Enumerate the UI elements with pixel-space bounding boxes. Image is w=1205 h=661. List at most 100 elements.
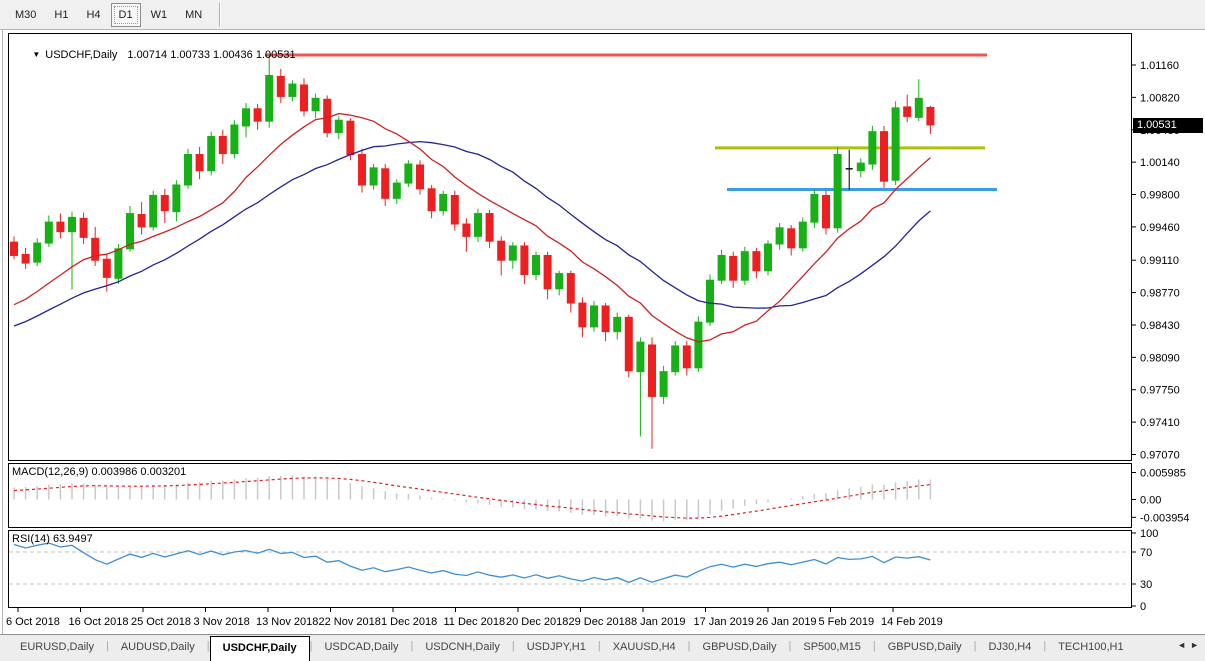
tab-tech100-h1[interactable]: TECH100,H1 — [1046, 635, 1135, 661]
rsi-indicator-label: RSI(14) 63.9497 — [12, 533, 93, 545]
candle-body — [544, 255, 551, 288]
tab-usdcad-daily[interactable]: USDCAD,Daily — [312, 635, 410, 661]
toolbar-separator — [219, 3, 220, 27]
candle-body — [115, 249, 122, 279]
timeframe-button-h1[interactable]: H1 — [46, 3, 76, 27]
candle-body — [196, 155, 203, 171]
tab-audusd-daily[interactable]: AUDUSD,Daily — [109, 635, 207, 661]
timeframe-button-mn[interactable]: MN — [177, 3, 210, 27]
chart-window: 1.011601.008201.004801.001400.998000.994… — [0, 30, 1205, 634]
candle-body — [80, 218, 87, 237]
candle-body — [823, 195, 830, 227]
candle-body — [254, 109, 261, 121]
candle-body — [69, 217, 76, 231]
candle-body — [741, 252, 748, 281]
macd-indicator-label: MACD(12,26,9) 0.003986 0.003201 — [12, 466, 186, 478]
price-axis-label: 0.97070 — [1140, 449, 1180, 461]
candle-body — [103, 259, 110, 277]
date-axis-label: 20 Dec 2018 — [506, 616, 568, 628]
tab-scroll-right-icon[interactable]: ► — [1190, 640, 1203, 650]
tab-dj30-h4[interactable]: DJ30,H4 — [977, 635, 1044, 661]
candle-body — [892, 108, 899, 180]
date-axis-label: 8 Jan 2019 — [631, 616, 685, 628]
price-axis-label: 0.97750 — [1140, 385, 1180, 397]
timeframe-button-h4[interactable]: H4 — [78, 3, 108, 27]
candle-body — [811, 195, 818, 223]
tab-usdchf-daily[interactable]: USDCHF,Daily — [210, 636, 310, 661]
candle-body — [521, 246, 528, 275]
candle-body — [927, 107, 934, 124]
candle-body — [660, 372, 667, 397]
price-axis-label: 0.99800 — [1140, 190, 1180, 202]
candle-body — [219, 136, 226, 153]
chart-canvas[interactable]: 1.011601.008201.004801.001400.998000.994… — [0, 30, 1205, 634]
macd-axis-label: 0.005985 — [1140, 468, 1186, 480]
candle-body — [22, 255, 29, 264]
main-chart-panel — [9, 34, 1132, 461]
candle-body — [45, 222, 52, 243]
candle-body — [881, 132, 888, 182]
chart-ohlc-values: 1.00714 1.00733 1.00436 1.00531 — [127, 49, 295, 61]
tab-usdcnh-daily[interactable]: USDCNH,Daily — [413, 635, 512, 661]
candle-body — [695, 322, 702, 368]
timeframe-button-w1[interactable]: W1 — [143, 3, 176, 27]
date-axis-label: 3 Nov 2018 — [194, 616, 250, 628]
timeframe-button-d1[interactable]: D1 — [111, 3, 141, 27]
tab-usdjpy-h1[interactable]: USDJPY,H1 — [515, 635, 598, 661]
candle-body — [869, 132, 876, 164]
candle-body — [486, 214, 493, 242]
trading-app-window: M30H1H4D1W1MN 1.011601.008201.004801.001… — [0, 0, 1205, 661]
rsi-axis-label: 100 — [1140, 528, 1158, 540]
candle-body — [556, 274, 563, 289]
candle-body — [707, 280, 714, 322]
price-axis-label: 0.98090 — [1140, 352, 1180, 364]
candle-body — [266, 75, 273, 121]
candle-body — [649, 345, 656, 396]
candle-body — [185, 155, 192, 185]
tab-gbpusd-daily[interactable]: GBPUSD,Daily — [691, 635, 789, 661]
tab-eurusd-daily[interactable]: EURUSD,Daily — [8, 635, 106, 661]
candle-body — [591, 306, 598, 327]
candle-body — [428, 189, 435, 211]
price-axis-label: 0.99460 — [1140, 222, 1180, 234]
candle-body — [637, 342, 644, 372]
timeframe-button-m30[interactable]: M30 — [7, 3, 44, 27]
price-axis-label: 0.99110 — [1140, 255, 1179, 267]
candle-body — [776, 228, 783, 244]
candle-body — [498, 241, 505, 260]
candle-body — [718, 255, 725, 280]
candle-body — [788, 229, 795, 248]
candle-body — [405, 164, 412, 183]
date-axis-label: 11 Dec 2018 — [444, 616, 506, 628]
date-axis-label: 1 Dec 2018 — [381, 616, 437, 628]
candle-body — [359, 155, 366, 185]
chart-title[interactable]: ▼ USDCHF,Daily 1.00714 1.00733 1.00436 1.0… — [14, 37, 296, 73]
tab-scroll-left-icon[interactable]: ◄ — [1177, 640, 1190, 650]
candle-body — [173, 185, 180, 212]
price-axis-label: 0.98430 — [1140, 320, 1180, 332]
candle-body — [451, 195, 458, 224]
macd-axis-label: 0.00 — [1140, 495, 1161, 507]
candle-body — [602, 306, 609, 332]
candle-body — [347, 121, 354, 154]
candle-body — [208, 136, 215, 170]
rsi-axis-label: 0 — [1140, 601, 1146, 613]
candle-body — [382, 169, 389, 199]
candle-body — [509, 246, 516, 260]
candle-body — [324, 99, 331, 132]
tab-gbpusd-daily[interactable]: GBPUSD,Daily — [876, 635, 974, 661]
date-axis-label: 29 Dec 2018 — [569, 616, 631, 628]
candle-body — [289, 84, 296, 96]
tab-sp500-m15[interactable]: SP500,M15 — [791, 635, 872, 661]
candle-body — [765, 244, 772, 271]
candle-body — [753, 252, 760, 271]
candle-body — [161, 195, 168, 210]
symbol-dropdown-icon[interactable]: ▼ — [32, 50, 40, 59]
candle-body — [57, 222, 64, 232]
candle-body — [579, 303, 586, 327]
candle-body — [834, 155, 841, 228]
candle-body — [34, 243, 41, 262]
chart-symbol-label: USDCHF,Daily — [45, 49, 117, 61]
tab-xauusd-h4[interactable]: XAUUSD,H4 — [601, 635, 688, 661]
candle-body — [475, 214, 482, 237]
